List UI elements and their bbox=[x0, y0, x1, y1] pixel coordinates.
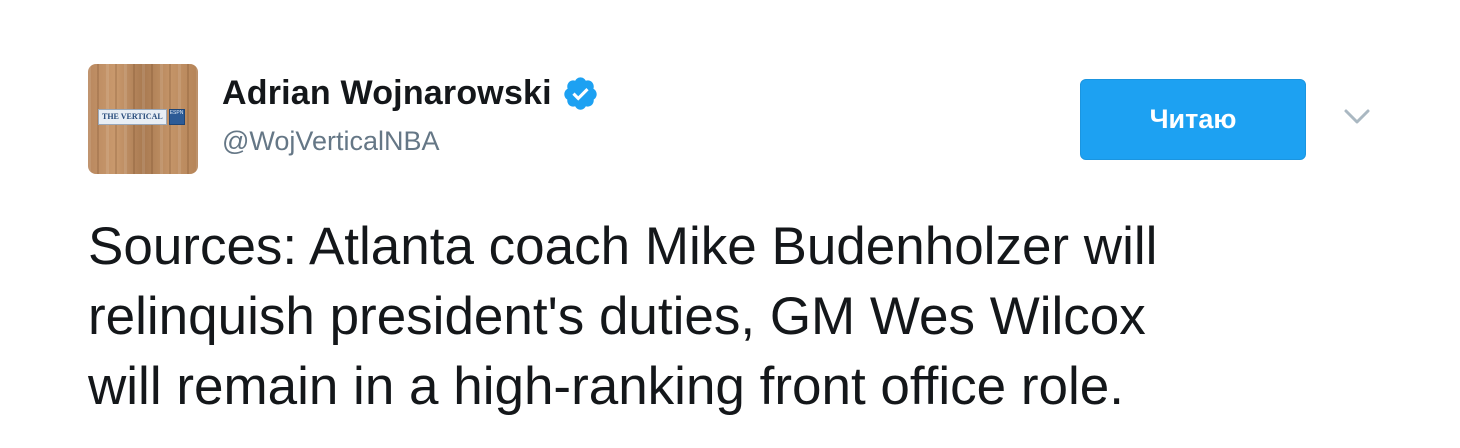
author-name-row: Adrian Wojnarowski bbox=[222, 73, 599, 113]
avatar[interactable]: THE VERTICAL ESPN NBA bbox=[88, 64, 198, 174]
author-display-name[interactable]: Adrian Wojnarowski bbox=[222, 73, 552, 113]
chevron-down-icon[interactable] bbox=[1340, 100, 1374, 134]
avatar-logo-text: THE VERTICAL bbox=[98, 109, 167, 125]
author-handle[interactable]: @WojVerticalNBA bbox=[222, 124, 439, 158]
tweet-text: Sources: Atlanta coach Mike Budenholzer … bbox=[88, 212, 1428, 422]
tweet-text-line: will remain in a high-ranking front offi… bbox=[88, 357, 1124, 416]
follow-button[interactable]: Читаю bbox=[1080, 79, 1306, 160]
tweet-text-line: Sources: Atlanta coach Mike Budenholzer … bbox=[88, 217, 1158, 276]
avatar-logo: THE VERTICAL ESPN NBA bbox=[98, 109, 188, 125]
verified-badge-icon bbox=[564, 76, 597, 110]
tweet-text-line: relinquish president's duties, GM Wes Wi… bbox=[88, 287, 1146, 346]
tweet-card: THE VERTICAL ESPN NBA Adrian Wojnarowski… bbox=[0, 0, 1460, 448]
avatar-logo-side-text: ESPN NBA bbox=[168, 109, 185, 125]
